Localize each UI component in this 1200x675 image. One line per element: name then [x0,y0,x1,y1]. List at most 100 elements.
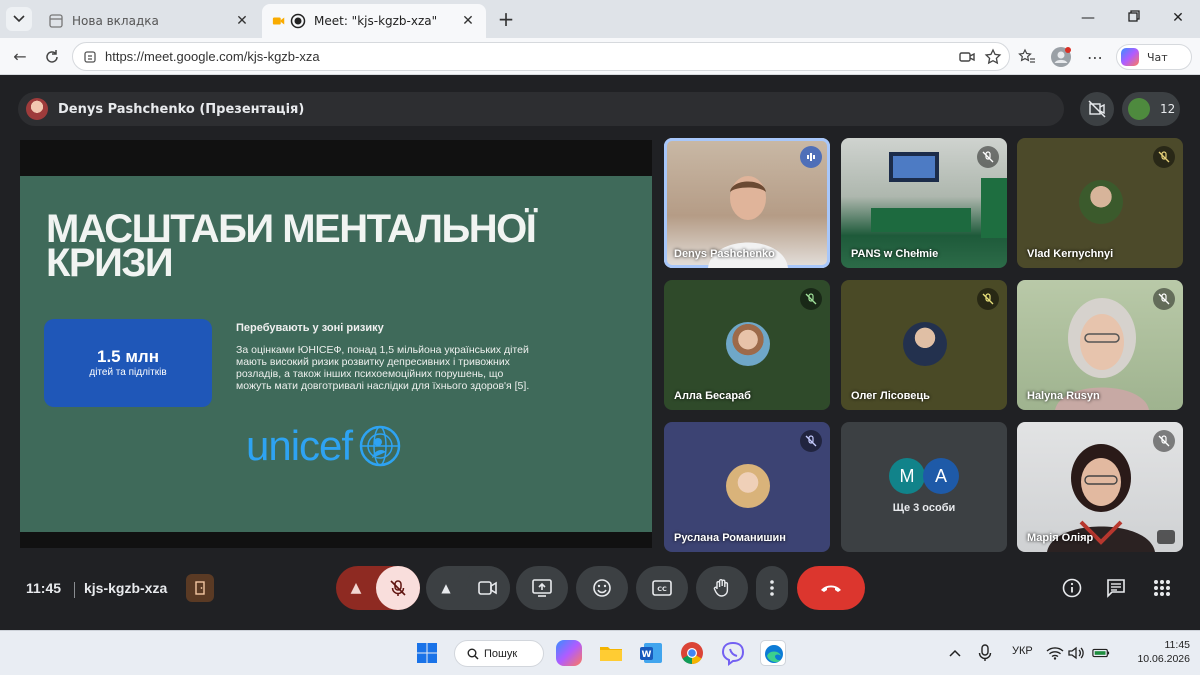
battery-icon[interactable] [1092,644,1110,662]
divider [74,582,75,598]
more-participants-label: Ще 3 особи [892,502,956,514]
participant-tile[interactable]: Vlad Kernychnyi [1017,138,1183,268]
browser-tab-bar: Нова вкладка ✕ Meet: "kjs-kgzb-xza" ✕ + … [0,0,1200,38]
participant-tile[interactable]: PANS w Chełmie [841,138,1007,268]
word-icon[interactable]: W [638,640,664,666]
close-tab-icon[interactable]: ✕ [234,13,250,29]
viber-icon[interactable] [720,640,746,666]
volume-icon[interactable] [1068,644,1086,662]
pip-icon[interactable] [1157,530,1175,544]
participant-name: Denys Pashchenko [674,248,775,260]
hand-icon [713,579,729,597]
taskbar-search[interactable]: Пошук [454,640,544,667]
wifi-icon[interactable] [1046,644,1064,662]
toggle-mic-button[interactable] [376,566,420,610]
tab-list-button[interactable] [6,7,32,31]
more-menu-icon[interactable]: ⋯ [1084,46,1106,68]
back-button[interactable]: ← [8,45,32,69]
chrome-icon[interactable] [679,640,705,666]
captions-icon: CC [652,580,672,596]
new-tab-page-icon [49,14,63,28]
unicef-emblem-icon [359,425,401,467]
captions-button[interactable]: CC [636,566,688,610]
meeting-code: kjs-kgzb-xza [84,580,168,596]
participant-name: Vlad Kernychnyi [1027,248,1114,260]
favorites-icon[interactable] [1016,46,1038,68]
participant-name: Олег Лісовець [851,390,930,402]
windows-taskbar: Пошук W УКР 11:45 10.06.2026 [0,630,1200,675]
restore-icon [1128,10,1140,22]
address-input[interactable]: https://meet.google.com/kjs-kgzb-xza [72,42,1010,71]
reactions-button[interactable] [576,566,628,610]
hide-self-view-button[interactable] [1080,92,1114,126]
chat-button[interactable] [1104,576,1128,600]
taskbar-clock[interactable]: 11:45 10.06.2026 [1128,638,1190,666]
present-now-button[interactable] [516,566,568,610]
camera-control-group: ▲ [426,566,510,610]
site-info-icon[interactable] [83,50,97,64]
taskbar-date: 10.06.2026 [1137,653,1190,665]
minimize-button[interactable]: — [1070,6,1106,30]
meeting-details-button[interactable] [1060,576,1084,600]
participant-tile[interactable]: Марія Оліяр [1017,422,1183,552]
presentation-bar: Denys Pashchenko (Презентація) [18,92,1064,126]
toggle-camera-button[interactable] [466,566,510,610]
edge-icon[interactable] [760,640,786,666]
leave-call-button[interactable] [797,566,865,610]
favorites-list-icon [1018,48,1035,63]
camera-permission-icon[interactable] [957,47,977,67]
close-tab-icon[interactable]: ✕ [460,13,476,29]
tab-title: Meet: "kjs-kgzb-xza" [314,14,438,28]
presentation-slide: МАСШТАБИ МЕНТАЛЬНОЇ КРИЗИ 1.5 млн дітей … [20,176,652,532]
copilot-chat-button[interactable]: Чат [1116,44,1192,70]
tab-new-tab[interactable]: Нова вкладка ✕ [38,4,260,38]
browser-toolbar: ← https://meet.google.com/kjs-kgzb-xza ⋯… [0,38,1200,75]
favorite-star-icon[interactable] [983,47,1003,67]
participant-tile[interactable]: Олег Лісовець [841,280,1007,410]
more-vertical-icon [770,580,774,596]
taskbar-time: 11:45 [1164,639,1191,651]
participant-avatar [726,464,770,508]
more-options-button[interactable] [756,566,788,610]
activities-button[interactable] [1150,576,1174,600]
more-participants-tile[interactable]: M A Ще 3 особи [841,422,1007,552]
apps-grid-icon [1154,580,1170,596]
profile-avatar[interactable] [1050,46,1072,68]
microphone-tray-icon[interactable] [976,644,994,662]
meeting-clock: 11:45 [26,580,62,596]
chat-icon [1107,579,1125,598]
participant-avatar [1079,180,1123,224]
participant-tile[interactable]: Алла Бесараб [664,280,830,410]
restore-button[interactable] [1116,6,1152,30]
svg-text:CC: CC [657,585,667,593]
risk-text: За оцінками ЮНІСЕФ, понад 1,5 мільйона у… [236,344,530,392]
host-controls-button[interactable] [186,574,214,602]
end-call-icon [821,585,841,592]
show-hidden-icons-button[interactable] [946,644,964,662]
refresh-button[interactable] [40,45,64,69]
mic-off-icon [390,580,406,596]
participant-tile[interactable]: Halyna Rusyn [1017,280,1183,410]
muted-mic-icon [800,288,822,310]
new-tab-button[interactable]: + [494,8,518,32]
search-icon [467,648,479,660]
participant-name: Halyna Rusyn [1027,390,1100,402]
close-window-button[interactable]: ✕ [1160,6,1196,30]
participant-name: Алла Бесараб [674,390,751,402]
participants-button[interactable]: 12 [1122,92,1180,126]
language-indicator[interactable]: УКР [1012,645,1033,657]
audio-options-button[interactable]: ▲ [336,580,376,596]
emoji-icon [593,579,611,597]
participant-count: 12 [1160,102,1176,116]
meet-window: Denys Pashchenko (Презентація) 12 МАСШТА… [4,76,1196,626]
participant-tile[interactable]: Руслана Романишин [664,422,830,552]
video-options-button[interactable]: ▲ [426,581,466,595]
start-button[interactable] [414,640,440,666]
file-explorer-icon[interactable] [598,640,624,666]
raise-hand-button[interactable] [696,566,748,610]
copilot-app-icon[interactable] [556,640,582,666]
unicef-logo: unicef [246,422,402,470]
tab-meet[interactable]: Meet: "kjs-kgzb-xza" ✕ [262,4,486,38]
participant-tile[interactable]: Denys Pashchenko [664,138,830,268]
meet-favicon-icon [272,17,285,25]
